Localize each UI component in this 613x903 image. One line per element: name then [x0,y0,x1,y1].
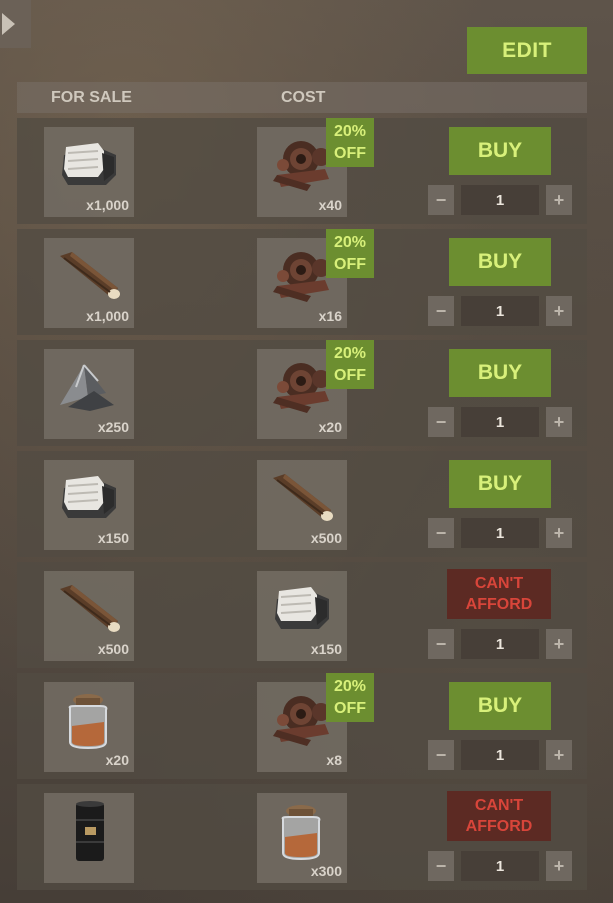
discount-text: OFF [334,699,366,717]
cloth-icon [54,468,124,528]
quantity-input[interactable]: 1 [461,851,539,881]
list-item: x300 CAN'T AFFORD −1 + [17,784,587,890]
cost-quantity: x8 [326,752,342,768]
header-for-sale: FOR SALE [51,89,132,106]
decrease-quantity-button[interactable]: − [428,518,454,548]
cant-afford-text: CAN'T [474,797,524,814]
sale-quantity: x1,000 [86,308,129,324]
sale-item-slot[interactable]: x20 [44,682,134,772]
header-cost: COST [281,89,326,106]
increase-quantity-button[interactable]: + [546,518,572,548]
quantity-input[interactable]: 1 [461,407,539,437]
sale-item-slot[interactable]: x1,000 [44,127,134,217]
sale-quantity: x500 [97,641,129,657]
wood-icon [267,468,337,528]
cant-afford-text: AFFORD [465,818,533,835]
cant-afford-button[interactable]: CAN'T AFFORD [447,569,551,619]
discount-badge: 20% OFF [326,340,374,389]
cost-item-slot[interactable]: x300 [257,793,347,883]
oil-barrel-icon [54,801,124,861]
table-header: FOR SALE COST [17,82,587,113]
sale-quantity: x250 [97,419,129,435]
cost-quantity: x300 [310,863,342,879]
decrease-quantity-button[interactable]: − [428,185,454,215]
list-item: x250 x20 20% OFF BUY −1 + [17,340,587,446]
increase-quantity-button[interactable]: + [546,407,572,437]
decrease-quantity-button[interactable]: − [428,740,454,770]
buy-button[interactable]: BUY [449,460,551,508]
sale-item-slot[interactable]: x250 [44,349,134,439]
discount-badge: 20% OFF [326,673,374,722]
cost-quantity: x20 [318,419,342,435]
list-item: x150 x500 BUY −1 + [17,451,587,557]
decrease-quantity-button[interactable]: − [428,296,454,326]
wood-icon [54,579,124,639]
list-item: x20 x8 20% OFF BUY −1 + [17,673,587,779]
discount-text: 20% [333,677,367,695]
quantity-input[interactable]: 1 [461,185,539,215]
cost-quantity: x40 [318,197,342,213]
metal-fragments-icon [54,357,124,417]
cost-item-slot[interactable]: x500 [257,460,347,550]
discount-text: 20% [333,233,367,251]
cant-afford-text: CAN'T [474,575,524,592]
discount-text: OFF [334,144,366,162]
sale-quantity: x20 [105,752,129,768]
increase-quantity-button[interactable]: + [546,851,572,881]
quantity-stepper: −1 + [428,296,572,326]
quantity-input[interactable]: 1 [461,740,539,770]
quantity-stepper: −1 + [428,185,572,215]
chevron-right-icon [2,13,15,35]
quantity-input[interactable]: 1 [461,518,539,548]
cloth-icon [54,135,124,195]
quantity-stepper: −1 + [428,851,572,881]
cant-afford-button[interactable]: CAN'T AFFORD [447,791,551,841]
discount-text: 20% [333,344,367,362]
decrease-quantity-button[interactable]: − [428,407,454,437]
buy-button[interactable]: BUY [449,349,551,397]
quantity-stepper: −1 + [428,740,572,770]
discount-badge: 20% OFF [326,229,374,278]
discount-text: OFF [334,366,366,384]
sale-quantity: x1,000 [86,197,129,213]
wood-icon [54,246,124,306]
sale-item-slot[interactable]: x150 [44,460,134,550]
cost-quantity: x500 [310,530,342,546]
discount-text: OFF [334,255,366,273]
buy-button[interactable]: BUY [449,127,551,175]
quantity-input[interactable]: 1 [461,629,539,659]
discount-text: 20% [333,122,367,140]
jar-icon [54,690,124,750]
buy-button[interactable]: BUY [449,238,551,286]
cant-afford-text: AFFORD [465,596,533,613]
panel-toggle-button[interactable] [0,0,31,48]
list-item: x1,000 x40 20% OFF BUY −1 + [17,118,587,224]
quantity-input[interactable]: 1 [461,296,539,326]
cost-item-slot[interactable]: x150 [257,571,347,661]
sale-item-slot[interactable]: x1,000 [44,238,134,328]
cost-quantity: x150 [310,641,342,657]
decrease-quantity-button[interactable]: − [428,851,454,881]
quantity-stepper: −1 + [428,629,572,659]
sale-item-slot[interactable]: x500 [44,571,134,661]
decrease-quantity-button[interactable]: − [428,629,454,659]
increase-quantity-button[interactable]: + [546,629,572,659]
list-item: x500 x150 CAN'T AFFORD −1 + [17,562,587,668]
list-item: x1,000 x16 20% OFF BUY −1 + [17,229,587,335]
edit-button[interactable]: EDIT [467,27,587,74]
cost-quantity: x16 [318,308,342,324]
cloth-icon [267,579,337,639]
increase-quantity-button[interactable]: + [546,185,572,215]
sale-item-slot[interactable] [44,793,134,883]
quantity-stepper: −1 + [428,518,572,548]
sale-quantity: x150 [97,530,129,546]
increase-quantity-button[interactable]: + [546,296,572,326]
jar-icon [267,801,337,861]
increase-quantity-button[interactable]: + [546,740,572,770]
quantity-stepper: −1 + [428,407,572,437]
buy-button[interactable]: BUY [449,682,551,730]
discount-badge: 20% OFF [326,118,374,167]
